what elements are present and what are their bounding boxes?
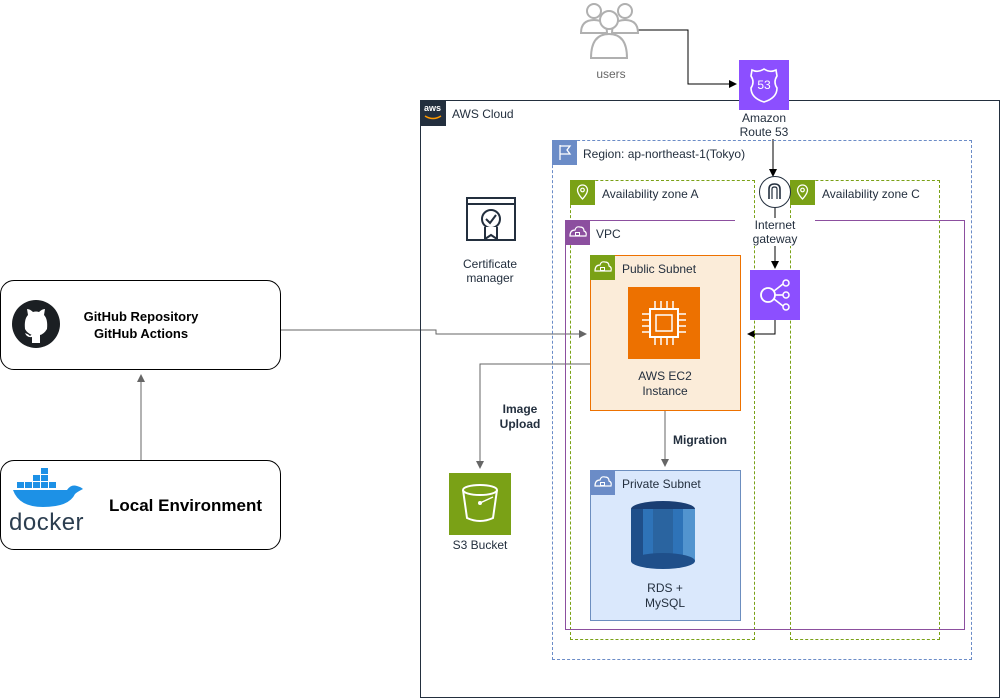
private-subnet-icon	[590, 470, 615, 495]
igw-label-line2: gateway	[735, 232, 815, 246]
aws-logo-text: aws	[424, 103, 442, 113]
public-subnet-icon	[590, 255, 615, 280]
aws-logo-icon: aws	[420, 100, 446, 126]
local-environment-label: Local Environment	[109, 496, 263, 515]
location-icon	[570, 180, 595, 205]
local-environment-box: docker Local Environment	[0, 460, 281, 550]
rds-database-icon	[631, 501, 695, 569]
rds-label-line2: MySQL	[644, 596, 685, 610]
vpc-label: VPC	[596, 227, 621, 241]
public-subnet-label: Public Subnet	[622, 262, 697, 276]
cert-label-line1: Certificate	[462, 257, 518, 271]
aws-cloud-label: AWS Cloud	[452, 107, 514, 121]
users-icon	[579, 3, 640, 59]
vpc-lock-icon	[565, 220, 590, 245]
github-icon	[12, 300, 60, 348]
location-icon	[790, 180, 815, 205]
s3-label: S3 Bucket	[452, 538, 508, 552]
github-line1: GitHub Repository	[83, 309, 199, 324]
az-a-label: Availability zone A	[602, 187, 699, 201]
s3-bucket-icon	[449, 473, 511, 535]
route53-icon: 53	[739, 60, 789, 110]
flag-icon	[552, 140, 577, 165]
route53-label-line1: Amazon	[741, 111, 787, 125]
ec2-label-line1: AWS EC2	[638, 369, 692, 383]
ec2-icon	[628, 287, 700, 359]
image-upload-label-line1: Image	[502, 402, 538, 416]
load-balancer-icon	[750, 270, 800, 320]
cert-label-line2: manager	[466, 271, 514, 285]
route53-label-line2: Route 53	[724, 125, 804, 139]
migration-label: Migration	[673, 433, 727, 447]
users-label: users	[596, 67, 626, 81]
image-upload-label-line2: Upload	[499, 417, 541, 431]
private-subnet-label: Private Subnet	[622, 477, 701, 491]
igw-label-line1: Internet	[735, 218, 815, 232]
ec2-label-line2: Instance	[642, 384, 688, 398]
certificate-manager-icon	[466, 197, 516, 241]
docker-whale-icon	[13, 468, 83, 507]
rds-label-line1: RDS +	[647, 581, 683, 595]
region-label: Region: ap-northeast-1(Tokyo)	[583, 147, 746, 161]
docker-wordmark: docker	[9, 509, 85, 536]
route53-badge: 53	[757, 78, 771, 92]
internet-gateway-icon	[759, 176, 791, 208]
az-c-label: Availability zone C	[822, 187, 920, 201]
github-line2: GitHub Actions	[93, 326, 189, 341]
github-box: GitHub Repository GitHub Actions	[0, 280, 281, 370]
